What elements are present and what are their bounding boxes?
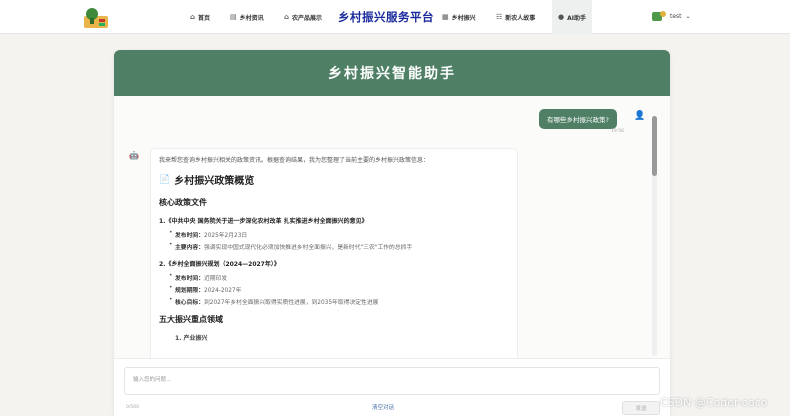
detail-key: 发布时间： (175, 276, 204, 282)
nav-revitalization-label: 乡村振兴 (451, 14, 476, 22)
site-brand-title: 乡村振兴服务平台 (338, 10, 434, 24)
user-message-bubble: 有哪些乡村振兴政策? (539, 109, 617, 129)
message-time: 19:56 (611, 129, 624, 134)
bot-heading: 📄 乡村振兴政策概览 (159, 172, 509, 188)
detail-key: 核心目标： (175, 300, 204, 306)
list-item: 发布时间：近期印发 (169, 273, 509, 282)
bot-message-bubble: 我来帮您查询乡村振兴相关的政策资讯。根据查询结果，我为您整理了当前主要的乡村振兴… (150, 148, 518, 358)
home-icon: ⌂ (190, 13, 196, 21)
input-area: 0/500 清空对话 发送 (114, 358, 670, 416)
nav-products[interactable]: ⌂ 农产品展示 (284, 0, 322, 34)
message-list[interactable]: 有哪些乡村振兴政策? 👤 19:56 🤖 我来帮您查询乡村振兴相关的政策资讯。根… (114, 96, 670, 358)
detail-value: 2024-2027年 (204, 288, 242, 294)
watermark: CSDN @Coder-coco (660, 396, 768, 409)
user-menu[interactable]: test ⌄ (652, 10, 691, 22)
avatar (652, 11, 666, 21)
nav-news-label: 乡村资讯 (239, 14, 264, 22)
bot-intro-text: 我来帮您查询乡村振兴相关的政策资讯。根据查询结果，我为您整理了当前主要的乡村振兴… (159, 157, 430, 164)
nav-home[interactable]: ⌂ 首页 (190, 0, 210, 34)
section-heading: 核心政策文件 (159, 198, 207, 207)
detail-value: 近期印发 (204, 276, 228, 282)
detail-value: 到2027年乡村全面振兴取得实质性进展，到2035年取得决定性进展 (204, 300, 379, 306)
user-name: test (670, 12, 682, 20)
policy-doc-details: 发布时间：近期印发 规划期限：2024-2027年 核心目标：到2027年乡村全… (159, 273, 509, 306)
chat-panel: 乡村振兴智能助手 有哪些乡村振兴政策? 👤 19:56 🤖 我来帮您查询乡村振兴… (114, 50, 670, 416)
scrollbar-thumb[interactable] (652, 116, 657, 176)
list-item: 发布时间：2025年2月23日 (169, 230, 509, 239)
nav-stories-label: 新农人故事 (505, 14, 536, 22)
detail-key: 规划期限： (175, 288, 204, 294)
list-item: 主要内容：强调实现中国式现代化必须加快推进乡村全面振兴，是新时代"三农"工作的总… (169, 242, 509, 251)
bot-heading-text: 乡村振兴政策概览 (174, 176, 255, 187)
send-button[interactable]: 发送 (622, 401, 660, 415)
nav-ai-assistant[interactable]: ● AI助手 (552, 0, 592, 34)
list-item: 规划期限：2024-2027年 (169, 285, 509, 294)
detail-key: 主要内容： (175, 245, 204, 251)
section-heading: 五大振兴重点领域 (159, 315, 223, 324)
top-navbar: ⌂ 首页 ▤ 乡村资讯 ⌂ 农产品展示 乡村振兴服务平台 ▦ 乡村振兴 ☷ 新农… (0, 0, 790, 34)
chart-icon: ▦ (442, 13, 449, 21)
detail-value: 2025年2月23日 (204, 233, 248, 239)
nav-products-label: 农产品展示 (292, 14, 323, 22)
shop-icon: ⌂ (284, 13, 290, 21)
chevron-down-icon: ⌄ (685, 12, 691, 20)
chat-title: 乡村振兴智能助手 (328, 66, 456, 82)
detail-key: 发布时间： (175, 233, 204, 239)
chat-header: 乡村振兴智能助手 (114, 50, 670, 96)
robot-icon: ● (558, 13, 565, 21)
platform-logo[interactable] (84, 6, 108, 28)
people-icon: ☷ (496, 13, 503, 21)
nav-home-label: 首页 (198, 14, 211, 22)
nav-news[interactable]: ▤ 乡村资讯 (230, 0, 264, 34)
subsection-heading: 1. 产业振兴 (175, 335, 208, 342)
bot-avatar-icon: 🤖 (129, 151, 139, 160)
nav-revitalization[interactable]: ▦ 乡村振兴 (442, 0, 476, 34)
document-icon: 📄 (159, 174, 171, 185)
policy-doc-title: 1.《中共中央 国务院关于进一步深化农村改革 扎实推进乡村全面振兴的意见》 (159, 218, 368, 225)
message-scrollbar[interactable] (652, 116, 657, 356)
nav-ai-assistant-label: AI助手 (567, 14, 586, 22)
policy-doc-title: 2.《乡村全面振兴规划（2024—2027年）》 (159, 261, 280, 268)
detail-value: 强调实现中国式现代化必须加快推进乡村全面振兴，是新时代"三农"工作的总抓手 (204, 245, 413, 251)
news-icon: ▤ (230, 13, 237, 21)
nav-stories[interactable]: ☷ 新农人故事 (496, 0, 535, 34)
user-avatar-icon: 👤 (634, 111, 646, 121)
char-counter: 0/500 (126, 405, 139, 410)
list-item: 核心目标：到2027年乡村全面振兴取得实质性进展，到2035年取得决定性进展 (169, 297, 509, 306)
policy-doc-details: 发布时间：2025年2月23日 主要内容：强调实现中国式现代化必须加快推进乡村全… (159, 230, 509, 251)
clear-chat-button[interactable]: 清空对话 (372, 403, 394, 411)
question-input[interactable] (124, 367, 660, 395)
